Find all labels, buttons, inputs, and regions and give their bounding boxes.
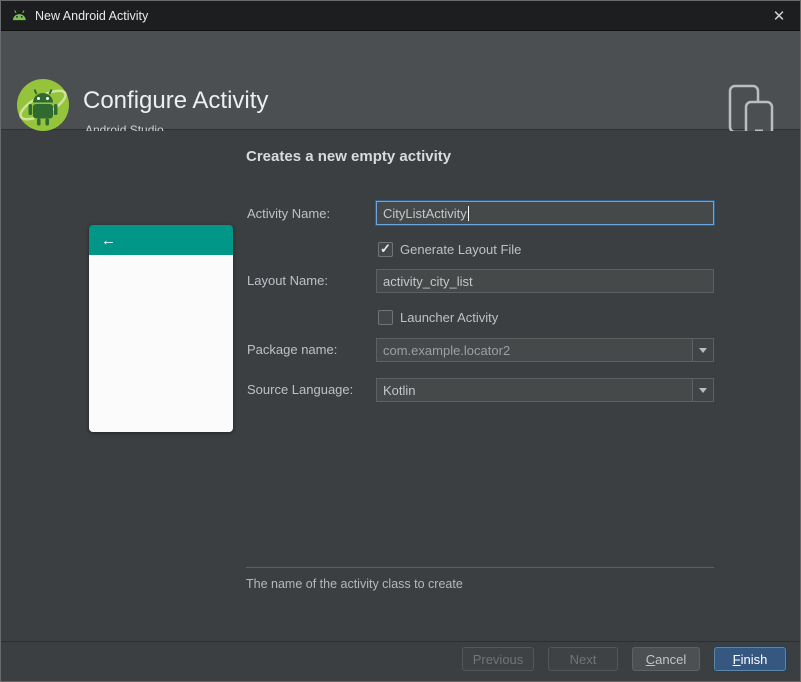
button-bar: Previous Next Cancel Finish [1, 641, 800, 681]
android-icon [11, 9, 27, 22]
package-name-combobox[interactable]: com.example.locator2 [376, 338, 714, 362]
finish-mnemonic: F [732, 651, 741, 667]
finish-label-rest: inish [740, 651, 768, 667]
hint-divider [246, 567, 714, 568]
preview-body [89, 255, 233, 432]
activity-preview: ← [89, 225, 233, 432]
package-dropdown-button[interactable] [692, 339, 713, 361]
launcher-activity-row: Launcher Activity [378, 309, 498, 325]
previous-button: Previous [462, 647, 534, 671]
close-icon[interactable]: ✕ [768, 5, 790, 27]
cancel-label-rest: ancel [655, 651, 687, 667]
package-name-label: Package name: [247, 342, 338, 357]
package-name-value: com.example.locator2 [383, 342, 511, 358]
finish-button[interactable]: Finish [714, 647, 786, 671]
chevron-down-icon [699, 347, 707, 353]
generate-layout-label[interactable]: Generate Layout File [400, 242, 521, 257]
source-language-value: Kotlin [383, 382, 416, 398]
next-button: Next [548, 647, 618, 671]
activity-name-label: Activity Name: [247, 206, 331, 221]
back-arrow-icon: ← [101, 231, 116, 249]
wizard-content: Creates a new empty activity ← Activity … [1, 131, 800, 641]
android-studio-logo-icon [14, 76, 72, 134]
window-title: New Android Activity [35, 8, 149, 23]
generate-layout-row: ✓ Generate Layout File [378, 241, 521, 257]
preview-appbar: ← [89, 225, 233, 255]
source-language-combobox[interactable]: Kotlin [376, 378, 714, 402]
layout-name-label: Layout Name: [247, 273, 328, 288]
cancel-button[interactable]: Cancel [632, 647, 700, 671]
chevron-down-icon [699, 387, 707, 393]
layout-name-value: activity_city_list [383, 273, 473, 289]
activity-name-input[interactable]: CityListActivity [376, 201, 714, 225]
launcher-activity-label[interactable]: Launcher Activity [400, 310, 498, 325]
generate-layout-checkbox[interactable]: ✓ [378, 240, 393, 257]
header-title: Configure Activity [83, 87, 269, 114]
source-language-label: Source Language: [247, 382, 354, 397]
check-icon: ✓ [380, 240, 391, 256]
title-bar[interactable]: New Android Activity ✕ [1, 1, 800, 31]
cancel-mnemonic: C [645, 651, 656, 667]
text-caret [467, 205, 469, 221]
layout-name-input[interactable]: activity_city_list [376, 269, 714, 293]
new-android-activity-dialog: New Android Activity ✕ Configure Activit… [0, 0, 801, 682]
language-dropdown-button[interactable] [692, 379, 713, 401]
wizard-header: Configure Activity Android Studio [1, 31, 800, 137]
field-hint: The name of the activity class to create [246, 577, 463, 591]
activity-name-value: CityListActivity [383, 205, 467, 221]
step-heading: Creates a new empty activity [246, 148, 452, 165]
launcher-activity-checkbox[interactable] [378, 309, 393, 325]
